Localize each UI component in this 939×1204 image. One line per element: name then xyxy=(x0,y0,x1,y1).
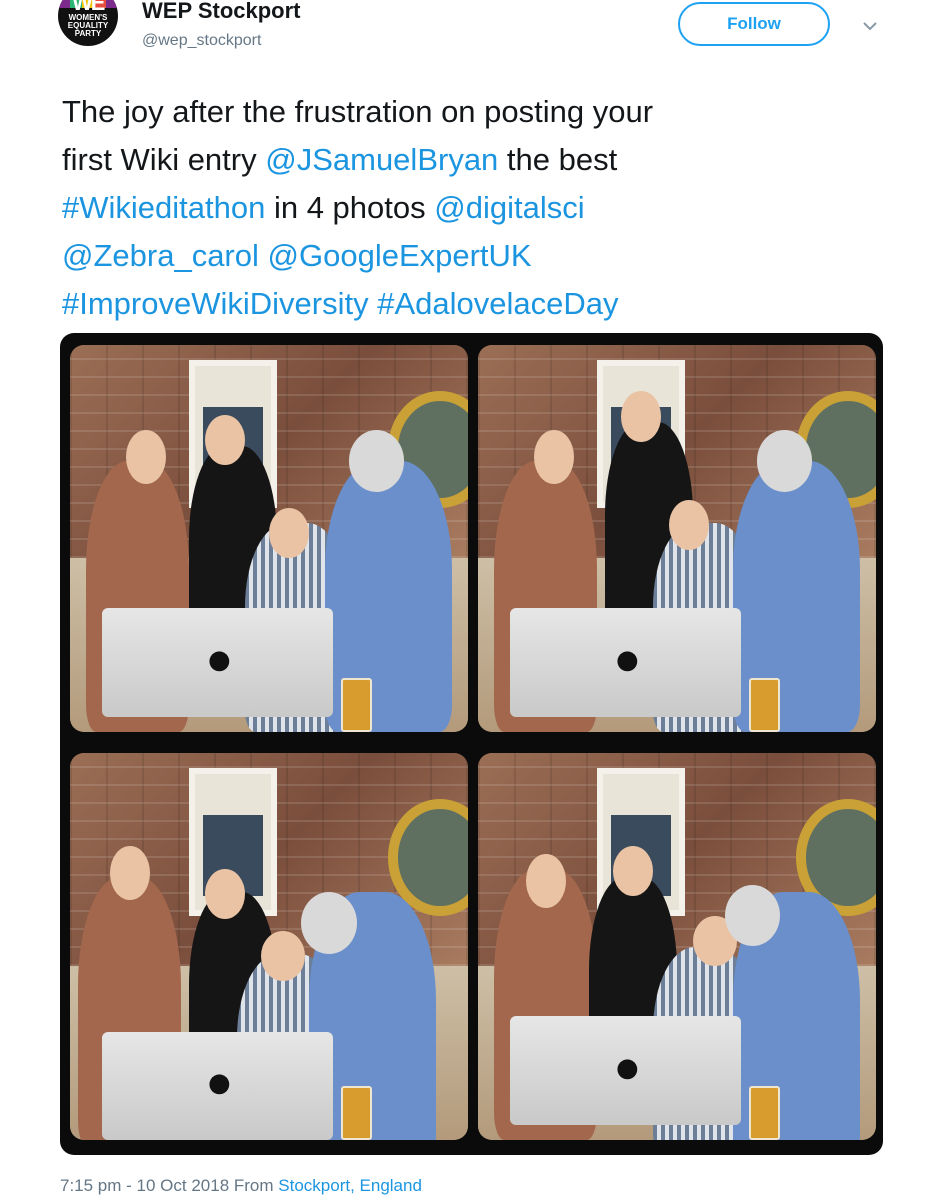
beer-glass xyxy=(340,677,373,732)
location-link[interactable]: Stockport, England xyxy=(278,1176,422,1195)
photo-3[interactable]: ● xyxy=(70,753,468,1140)
tweet-text: The joy after the frustration on posting… xyxy=(62,88,882,328)
tweet-text-line: The joy after the frustration on posting… xyxy=(62,94,654,129)
apple-logo-icon: ● xyxy=(208,1068,231,1099)
beer-glass xyxy=(748,1085,781,1140)
person-head xyxy=(525,853,566,908)
person-head xyxy=(109,845,150,901)
computer-monitor: ● xyxy=(509,608,741,717)
avatar[interactable]: WE WOMEN'S EQUALITY PARTY xyxy=(58,0,118,46)
computer-monitor: ● xyxy=(101,1031,333,1140)
person-head xyxy=(613,845,654,897)
follow-button[interactable]: Follow xyxy=(678,2,830,46)
person-head xyxy=(300,892,357,955)
person-head xyxy=(669,499,709,551)
person-head xyxy=(533,430,574,485)
apple-logo-icon: ● xyxy=(616,644,639,675)
mention-link[interactable]: @digitalsci xyxy=(434,190,584,225)
beer-glass xyxy=(748,677,781,732)
photo-grid: ● ● ● ● xyxy=(60,333,883,1155)
apple-logo-icon: ● xyxy=(208,644,231,675)
mention-link[interactable]: @GoogleExpertUK xyxy=(268,238,532,273)
computer-monitor: ● xyxy=(509,1016,741,1125)
person-head xyxy=(756,430,813,493)
person-head xyxy=(125,430,166,485)
person-head xyxy=(348,430,405,493)
photo-2[interactable]: ● xyxy=(478,345,876,732)
account-handle[interactable]: @wep_stockport xyxy=(142,32,261,50)
hashtag-link[interactable]: #ImproveWikiDiversity xyxy=(62,286,369,321)
avatar-logo-text: WOMEN'S EQUALITY PARTY xyxy=(67,13,109,38)
photo-1[interactable]: ● xyxy=(70,345,468,732)
mention-link[interactable]: @Zebra_carol xyxy=(62,238,259,273)
tweet-text-fragment: in 4 photos xyxy=(265,190,435,225)
hashtag-link[interactable]: #Wikieditathon xyxy=(62,190,265,225)
tweet-text-fragment: first Wiki entry xyxy=(62,142,266,177)
beer-glass xyxy=(340,1085,373,1140)
tweet-meta: 7:15 pm - 10 Oct 2018 From Stockport, En… xyxy=(60,1176,422,1196)
chevron-down-icon[interactable] xyxy=(860,16,880,36)
person-head xyxy=(261,931,305,982)
person-head xyxy=(621,391,662,442)
person-head xyxy=(205,414,246,465)
photo-4[interactable]: ● xyxy=(478,753,876,1140)
tweet-text-fragment: the best xyxy=(498,142,618,177)
apple-logo-icon: ● xyxy=(616,1052,639,1083)
computer-monitor: ● xyxy=(101,608,333,717)
mention-link[interactable]: @JSamuelBryan xyxy=(265,142,498,177)
timestamp[interactable]: 7:15 pm - 10 Oct 2018 From xyxy=(60,1176,278,1195)
person-head xyxy=(269,507,309,558)
hashtag-link[interactable]: #AdalovelaceDay xyxy=(377,286,618,321)
account-name[interactable]: WEP Stockport xyxy=(142,0,301,24)
